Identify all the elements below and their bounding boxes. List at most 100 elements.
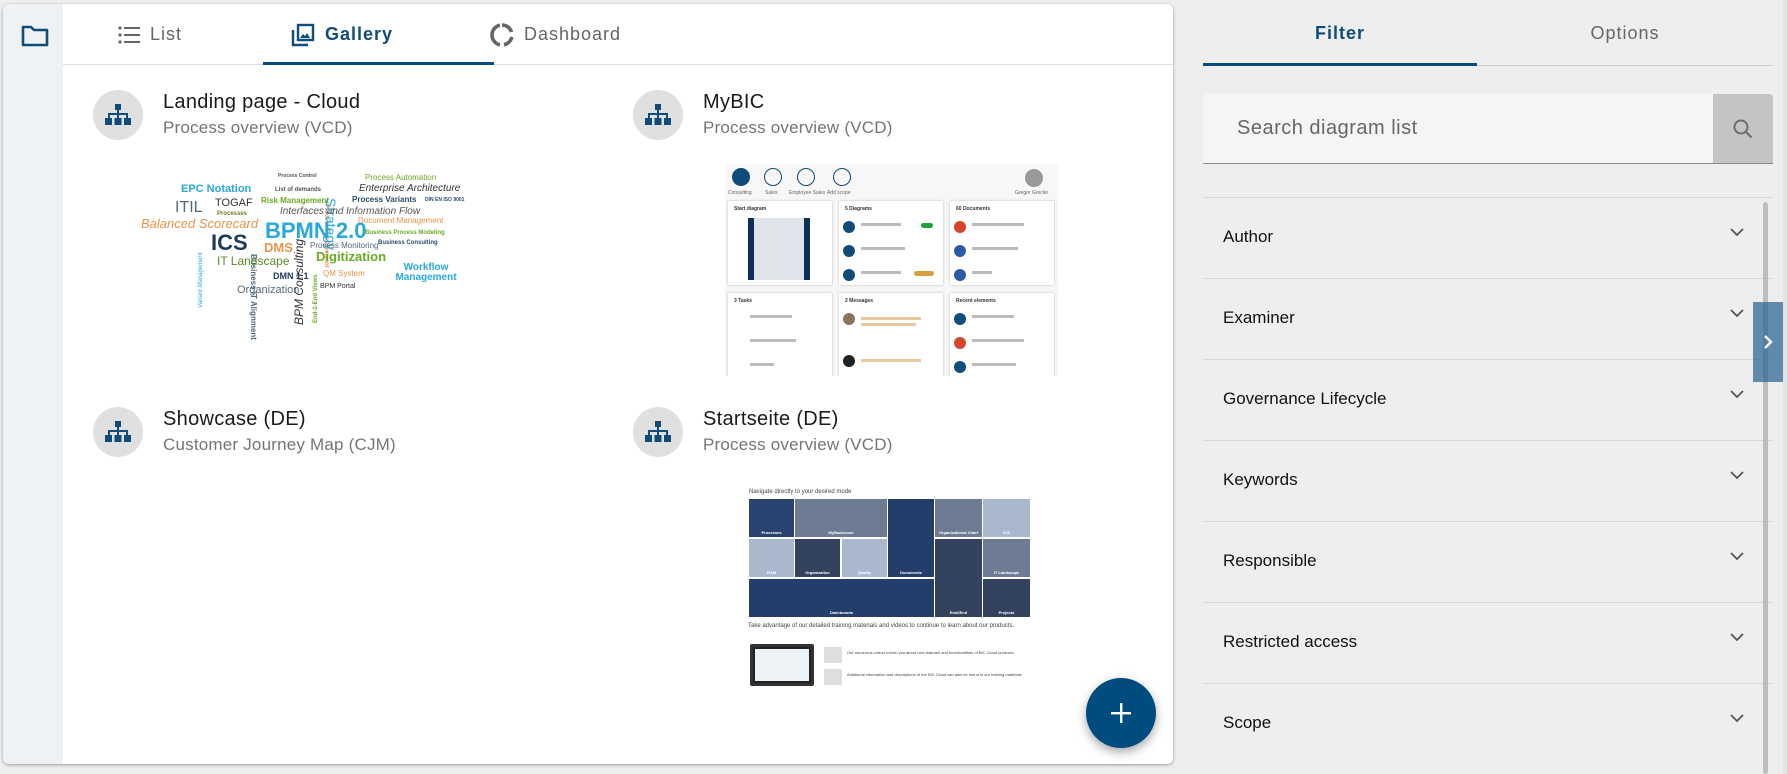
tab-gallery[interactable]: Gallery [291, 4, 393, 65]
tab-options[interactable]: Options [1477, 0, 1773, 66]
word-cloud-term: List of demands [275, 187, 322, 193]
chevron-down-icon [1730, 471, 1744, 480]
search-field [1203, 94, 1773, 164]
mode-tile: Projects [983, 579, 1030, 617]
mode-tile-label: Projects [998, 610, 1015, 615]
widget-title: 3 Tasks [734, 298, 752, 304]
active-tab-indicator [263, 62, 494, 65]
preview-heading: Navigate directly to your desired mode [749, 489, 852, 495]
scope-label: Employee Sales [789, 190, 826, 196]
diagram-card-showcase[interactable]: Showcase (DE) Customer Journey Map (CJM) [93, 407, 543, 462]
hierarchy-icon [633, 90, 683, 140]
widget-start-diagram: Start diagram [728, 201, 832, 285]
search-input[interactable] [1203, 94, 1713, 163]
mode-tile-label: Organization [805, 570, 830, 575]
word-cloud-term: TOGAF [215, 197, 253, 209]
filter-label: Scope [1223, 713, 1272, 732]
start-page-preview-thumbnail[interactable]: Navigate directly to your desired mode P… [748, 484, 1038, 696]
mode-tile: ICS [983, 499, 1030, 537]
filter-responsible[interactable]: Responsible [1203, 521, 1773, 602]
diagram-card-landing-page[interactable]: Landing page - Cloud Process overview (V… [93, 90, 543, 145]
video-text: Our numerous videos inform you about new… [847, 650, 1015, 655]
word-cloud-term: Balanced Scorecard [141, 216, 259, 231]
diagram-card-startseite[interactable]: Startseite (DE) Process overview (VCD) [633, 407, 1083, 462]
word-cloud-term: QM System [323, 269, 365, 278]
collapse-sidebar-button[interactable] [1753, 302, 1783, 382]
mode-tile-label: Processes [761, 530, 782, 535]
search-button[interactable] [1713, 94, 1773, 163]
word-cloud-term: IT Landscape [217, 254, 290, 268]
widget-title: Start diagram [734, 206, 767, 212]
widget-title: 2 Messages [845, 298, 874, 304]
card-subtitle: Process overview (VCD) [703, 435, 893, 454]
hierarchy-icon [633, 407, 683, 457]
mode-tile-label: MyBackroom [828, 530, 854, 535]
dashboard-preview-thumbnail[interactable]: Consulting Sales Employee Sales Add scop… [725, 164, 1058, 376]
filter-examiner[interactable]: Examiner [1203, 278, 1773, 359]
mode-tile-label: Documents [900, 570, 922, 575]
mode-tile-label: ICS [1003, 530, 1010, 535]
mode-tile-label: IT Landscape [993, 570, 1020, 575]
word-cloud-term: Business Consulting [378, 240, 438, 246]
tab-dashboard[interactable]: Dashboard [490, 4, 621, 65]
card-title: Showcase (DE) [163, 408, 306, 430]
word-cloud-term: Risk Management [261, 196, 330, 205]
dashboard-icon [490, 22, 514, 47]
window-edge [1783, 0, 1787, 774]
word-cloud-term: DMS [264, 240, 293, 255]
user-avatar [1025, 169, 1043, 187]
word-cloud-term: ITIL [175, 199, 203, 216]
chevron-down-icon [1730, 228, 1744, 237]
widget-title: 5 Diagrams [845, 206, 872, 212]
tab-label: Gallery [325, 24, 394, 44]
diagram-card-mybic[interactable]: MyBIC Process overview (VCD) [633, 90, 1083, 145]
widget-title: Recent elements [956, 298, 996, 304]
mode-tile-label: RAM [766, 570, 777, 575]
word-cloud-term: BPM Consulting [292, 238, 306, 325]
chevron-down-icon [1730, 390, 1744, 399]
widget-messages: 2 Messages [839, 293, 943, 376]
filter-scope[interactable]: Scope [1203, 683, 1773, 764]
mode-tile: RAM [749, 539, 794, 577]
filter-governance-lifecycle[interactable]: Governance Lifecycle [1203, 359, 1773, 440]
navigation-rail [3, 4, 63, 764]
hierarchy-icon [93, 407, 143, 457]
word-cloud-thumbnail[interactable]: EPC Notation ITIL TOGAF Processes Balanced S… [141, 160, 533, 374]
mode-tile: End2End [935, 539, 982, 617]
video-icon [824, 647, 842, 663]
filter-restricted-access[interactable]: Restricted access [1203, 602, 1773, 683]
tab-label: Dashboard [524, 24, 622, 44]
mode-tile: Organization [795, 539, 840, 577]
widget-diagrams: 5 Diagrams [839, 201, 943, 285]
word-cloud-term: EPC Notation [181, 183, 252, 195]
folder-icon[interactable] [21, 24, 49, 48]
word-cloud-term: DIN EN ISO 9001 [425, 197, 465, 203]
filter-sidebar: Filter Options Author Examiner Governance … [1203, 0, 1773, 774]
mode-tile: Processes [749, 499, 794, 537]
scope-icon [732, 168, 750, 186]
search-icon [1733, 119, 1753, 138]
scope-icon [797, 168, 815, 186]
tab-filter[interactable]: Filter [1203, 0, 1477, 66]
chevron-right-icon [1764, 335, 1773, 349]
word-cloud-term: Process Control [278, 173, 317, 179]
filter-label: Keywords [1223, 470, 1298, 489]
word-cloud-term: ICS [211, 230, 248, 255]
mode-tile: IT Landscape [983, 539, 1030, 577]
word-cloud-term: Process Automation [365, 173, 437, 182]
diagram-thumbnail [748, 218, 810, 280]
add-diagram-button[interactable] [1086, 678, 1156, 748]
sidebar-scrollbar[interactable] [1763, 202, 1768, 774]
view-tabs: List Gallery Dashboard [63, 4, 1173, 65]
tab-list[interactable]: List [118, 4, 182, 65]
mode-tile: Organizational Chart [935, 499, 982, 537]
word-cloud-term: DMN 1.1 [273, 271, 309, 281]
chevron-down-icon [1730, 714, 1744, 723]
card-subtitle: Process overview (VCD) [703, 118, 893, 137]
widget-recent-elements: Recent elements [950, 293, 1054, 376]
user-name: Gregor Grecke [1015, 190, 1049, 196]
filter-label: Examiner [1223, 308, 1295, 327]
list-icon [118, 25, 140, 44]
filter-keywords[interactable]: Keywords [1203, 440, 1773, 521]
filter-author[interactable]: Author [1203, 197, 1773, 278]
